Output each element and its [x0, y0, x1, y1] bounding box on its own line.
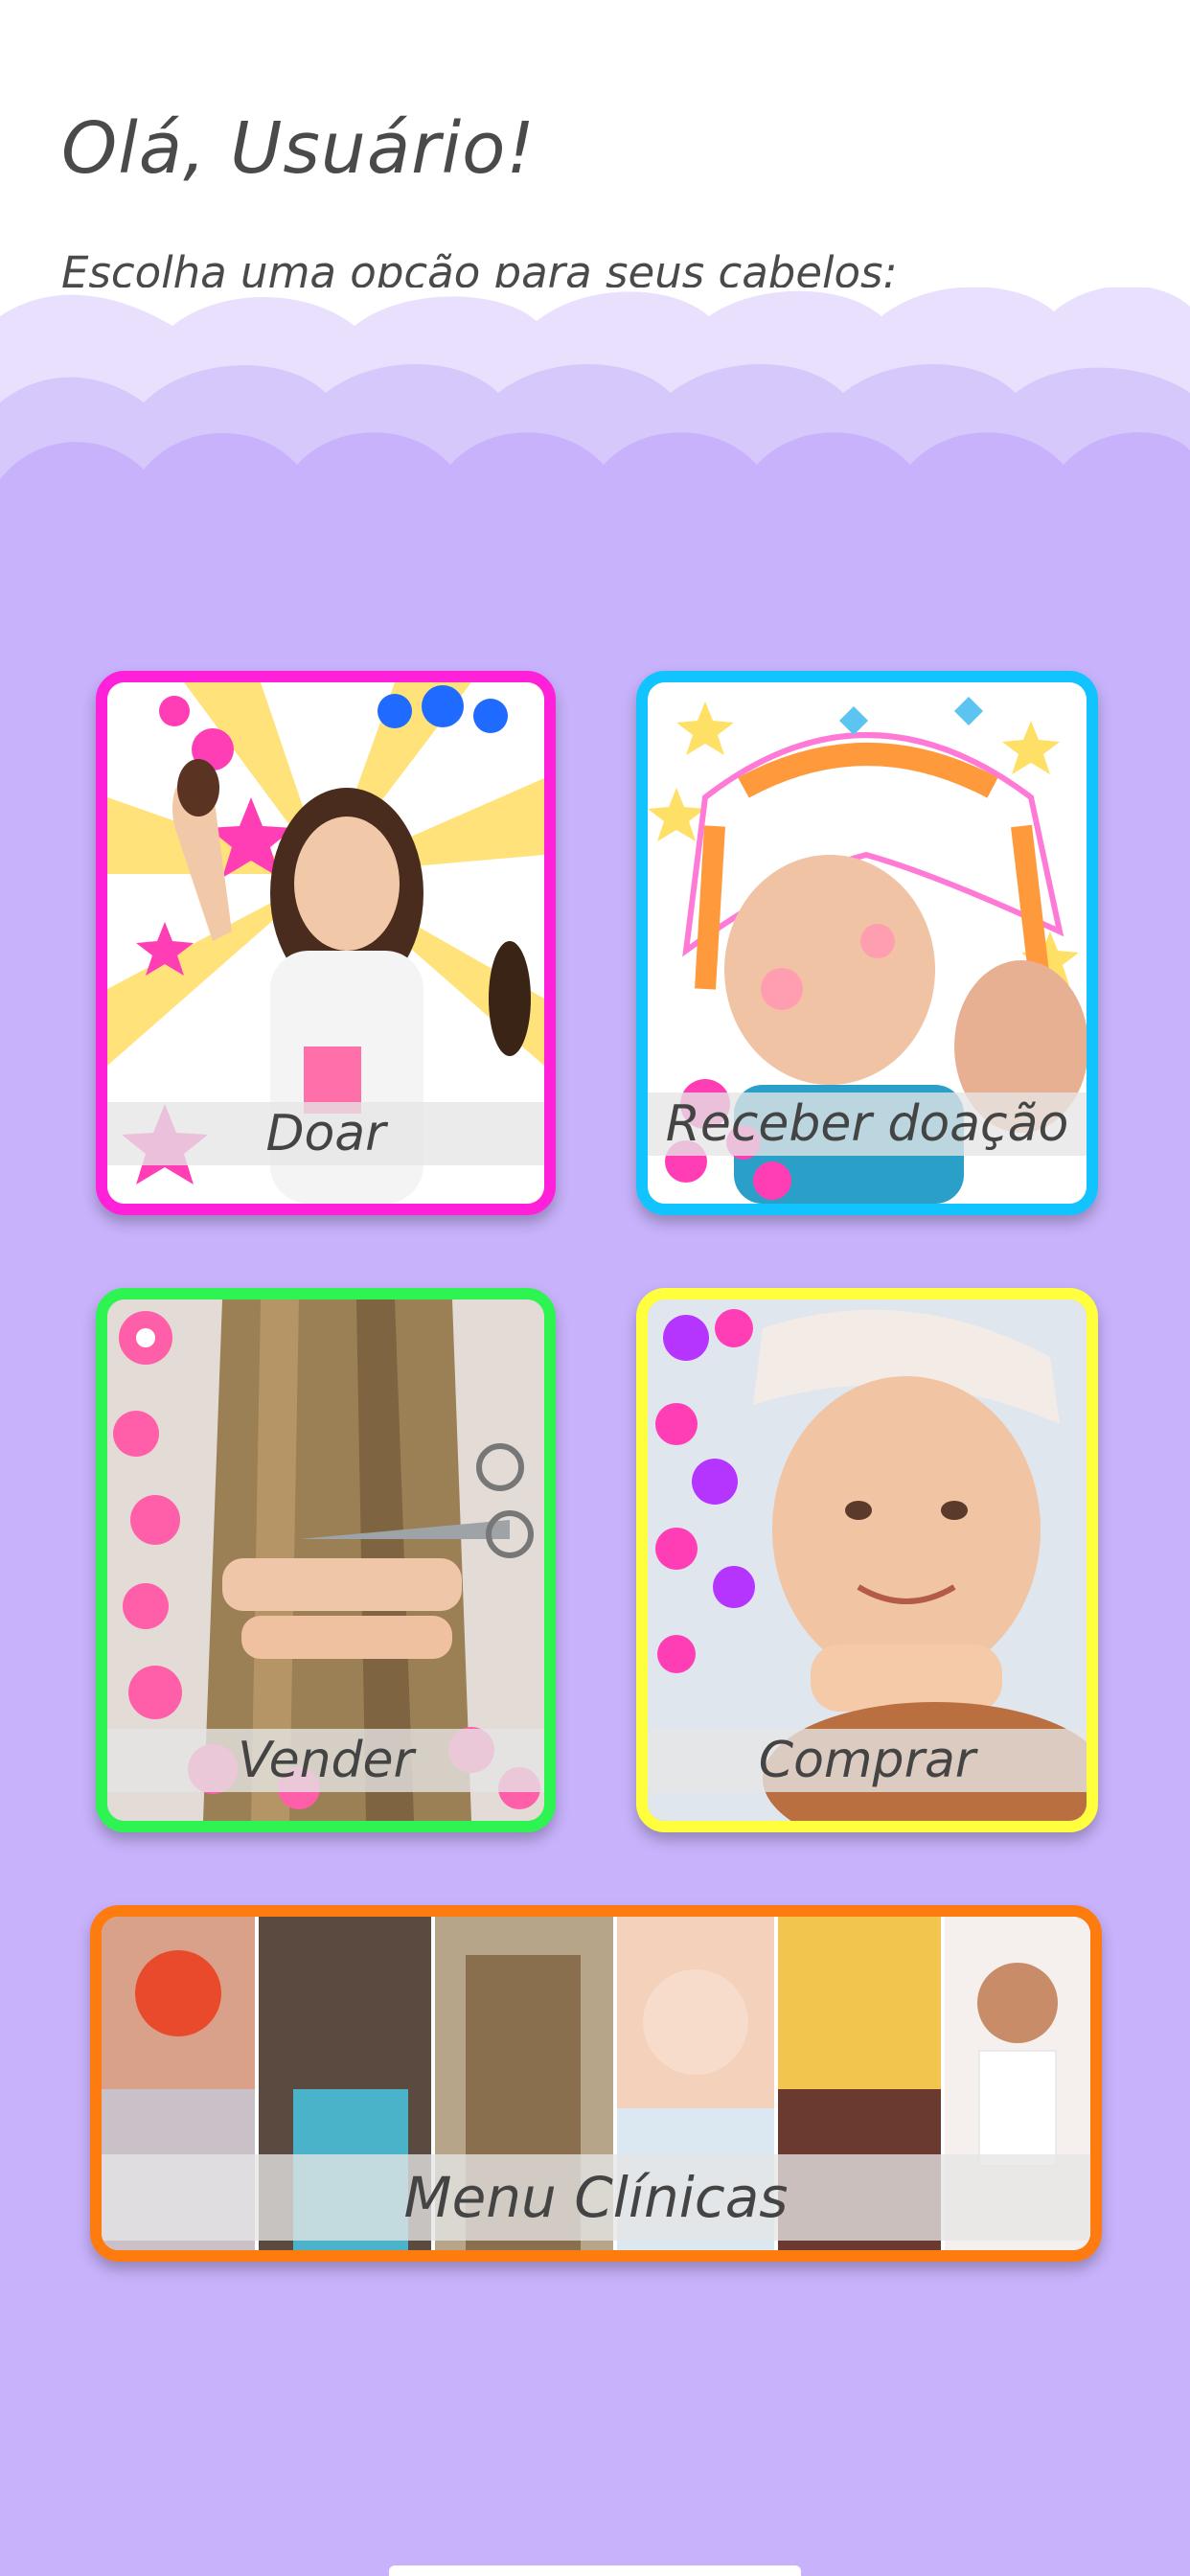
donate-label-bar: Doar	[107, 1102, 544, 1165]
clinics-menu-label: Menu Clínicas	[403, 2165, 789, 2230]
clinics-menu-card[interactable]: Menu Clínicas	[90, 1905, 1102, 2262]
sell-label-bar: Vender	[107, 1729, 544, 1792]
home-indicator[interactable]	[389, 2565, 801, 2576]
cloud-decoration	[0, 288, 1190, 537]
donate-card[interactable]: Doar	[96, 671, 556, 1215]
donate-label: Doar	[265, 1105, 386, 1162]
sell-label: Vender	[238, 1732, 414, 1789]
receive-donation-label-bar: Receber doação	[648, 1092, 1087, 1156]
receive-donation-label: Receber doação	[665, 1095, 1069, 1153]
receive-donation-card[interactable]: Receber doação	[636, 671, 1098, 1215]
sell-card[interactable]: Vender	[96, 1288, 556, 1832]
header: Olá, Usuário! Escolha uma opção para seu…	[0, 0, 1190, 326]
buy-card[interactable]: Comprar	[636, 1288, 1098, 1832]
buy-label-bar: Comprar	[648, 1729, 1087, 1792]
clinics-menu-label-bar: Menu Clínicas	[102, 2154, 1090, 2241]
buy-label: Comprar	[758, 1732, 976, 1789]
greeting-title: Olá, Usuário!	[61, 107, 537, 190]
